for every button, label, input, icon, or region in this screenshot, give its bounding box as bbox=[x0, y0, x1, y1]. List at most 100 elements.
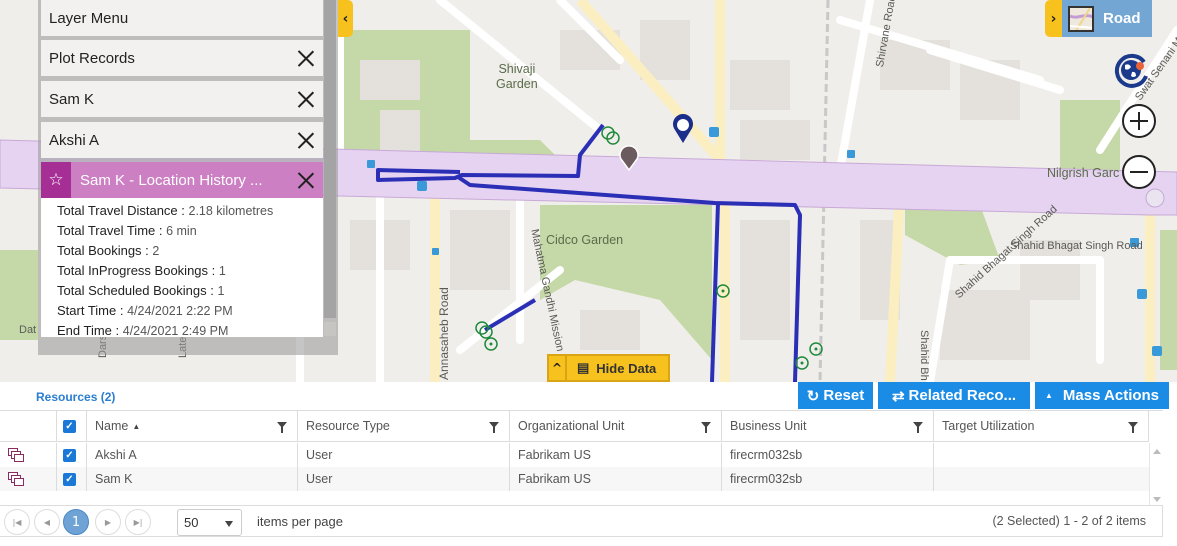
locate-me-button[interactable] bbox=[1114, 52, 1150, 88]
cell-business-unit: firecrm032sb bbox=[722, 443, 934, 467]
app-root: Shivaji Garden Cidco Garden Nilgrish Gar… bbox=[0, 0, 1177, 546]
close-icon[interactable] bbox=[297, 49, 315, 67]
layer-panel-scroll-end[interactable] bbox=[324, 322, 336, 336]
last-page-button[interactable]: ▶| bbox=[125, 509, 151, 535]
reset-label: Reset bbox=[823, 387, 865, 404]
next-page-icon: ▶ bbox=[104, 517, 112, 527]
road-style-label: Road bbox=[1103, 10, 1141, 27]
detail-value: 2 bbox=[152, 244, 160, 258]
collapse-layer-panel-button[interactable]: ‹ bbox=[338, 0, 353, 37]
related-records-button[interactable]: ⇄ Related Reco... bbox=[878, 382, 1030, 409]
globe-locate-icon bbox=[1114, 53, 1148, 88]
page-number-button[interactable]: 1 bbox=[63, 509, 89, 535]
detail-travel-time: Total Travel Time : 6 min bbox=[57, 221, 323, 241]
table-row[interactable]: ✓ Akshi A User Fabrikam US firecrm032sb bbox=[0, 443, 1149, 467]
cell-business-unit: firecrm032sb bbox=[722, 467, 934, 491]
filter-icon[interactable] bbox=[1128, 422, 1138, 433]
park-right bbox=[1160, 230, 1177, 370]
chevron-up-icon[interactable]: ^ bbox=[547, 354, 567, 382]
map-label-nilgrish: Nilgrish Garc bbox=[1047, 166, 1120, 180]
page-size-select[interactable]: 50 bbox=[177, 509, 242, 536]
close-icon[interactable] bbox=[297, 90, 315, 108]
scroll-down-arrow-icon[interactable] bbox=[1153, 497, 1161, 502]
list-icon: ▤ bbox=[577, 360, 590, 375]
caret-up-icon: ▲ bbox=[1044, 391, 1053, 400]
column-header-name[interactable]: Name ▲ bbox=[87, 411, 298, 441]
column-header-resource-type[interactable]: Resource Type bbox=[298, 411, 510, 441]
row-icon-cell bbox=[0, 467, 57, 491]
cell-resource-type: User bbox=[298, 443, 510, 467]
header-icon-col bbox=[0, 411, 57, 441]
hide-data-label: Hide Data bbox=[596, 360, 657, 376]
road-style-button[interactable]: Road bbox=[1062, 0, 1152, 37]
row-select-cell[interactable]: ✓ bbox=[57, 467, 87, 491]
detail-key: Total InProgress Bookings : bbox=[57, 263, 219, 278]
map-view[interactable]: Shivaji Garden Cidco Garden Nilgrish Gar… bbox=[0, 0, 1177, 382]
prev-page-button[interactable]: ◀ bbox=[34, 509, 60, 535]
swap-arrows-icon: ⇄ bbox=[891, 387, 905, 405]
layer-menu-panel: Layer Menu Plot Records Sam K Akshi A ☆ … bbox=[38, 0, 338, 355]
layer-panel-scrollbar[interactable] bbox=[324, 0, 336, 318]
zoom-out-button[interactable] bbox=[1122, 155, 1156, 189]
layer-menu-title-text: Layer Menu bbox=[49, 9, 129, 27]
chevron-left-icon: ‹ bbox=[342, 10, 349, 27]
layer-item-sam-k[interactable]: Sam K bbox=[41, 81, 323, 117]
reset-button[interactable]: ↻ Reset bbox=[798, 382, 873, 409]
layer-menu-title[interactable]: Layer Menu bbox=[41, 0, 323, 36]
zoom-in-button[interactable] bbox=[1122, 104, 1156, 138]
prev-page-icon: ◀ bbox=[43, 517, 51, 527]
filter-icon[interactable] bbox=[489, 422, 499, 433]
filter-icon[interactable] bbox=[913, 422, 923, 433]
cell-target-utilization bbox=[934, 467, 1149, 491]
layer-item-location-history[interactable]: ☆ Sam K - Location History ... bbox=[41, 162, 323, 198]
hide-data-toggle[interactable]: ^ ▤ Hide Data bbox=[547, 354, 670, 382]
related-records-label: Related Reco... bbox=[908, 387, 1017, 404]
resources-tab[interactable]: Resources (2) bbox=[36, 390, 115, 404]
row-checkbox[interactable]: ✓ bbox=[63, 448, 76, 462]
last-page-icon: ▶| bbox=[133, 517, 143, 527]
filter-icon[interactable] bbox=[277, 422, 287, 433]
layer-item-plot-records[interactable]: Plot Records bbox=[41, 40, 323, 76]
close-icon[interactable] bbox=[297, 131, 315, 149]
row-checkbox[interactable]: ✓ bbox=[63, 472, 76, 486]
road-map-thumbnail-icon bbox=[1068, 5, 1094, 32]
column-header-label: Target Utilization bbox=[942, 419, 1035, 433]
close-icon[interactable] bbox=[297, 171, 315, 189]
hide-data-button[interactable]: ▤ Hide Data bbox=[567, 354, 670, 382]
current-page-label: 1 bbox=[71, 514, 81, 530]
column-header-label: Name bbox=[95, 419, 129, 433]
detail-value: 4/24/2021 2:49 PM bbox=[122, 324, 229, 337]
column-header-label: Resource Type bbox=[306, 419, 390, 433]
table-scrollbar[interactable] bbox=[1149, 443, 1163, 506]
scroll-up-arrow-icon[interactable] bbox=[1153, 449, 1161, 454]
column-header-business-unit[interactable]: Business Unit bbox=[722, 411, 934, 441]
filter-icon[interactable] bbox=[701, 422, 711, 433]
mass-actions-button[interactable]: ▲ Mass Actions bbox=[1035, 382, 1169, 409]
column-header-org-unit[interactable]: Organizational Unit bbox=[510, 411, 722, 441]
layer-item-akshi-a[interactable]: Akshi A bbox=[41, 122, 323, 158]
column-header-target-utilization[interactable]: Target Utilization bbox=[934, 411, 1149, 441]
resources-table: ✓ Name ▲ Resource Type Organizational Un… bbox=[0, 410, 1163, 506]
select-all-checkbox[interactable]: ✓ bbox=[63, 419, 76, 433]
cell-name[interactable]: Sam K bbox=[87, 467, 298, 491]
star-icon: ☆ bbox=[41, 162, 71, 198]
next-page-button[interactable]: ▶ bbox=[95, 509, 121, 535]
header-select-all[interactable]: ✓ bbox=[57, 411, 87, 441]
chevron-right-icon[interactable]: › bbox=[1045, 0, 1062, 37]
detail-key: Total Travel Time : bbox=[57, 223, 167, 238]
cell-resource-type: User bbox=[298, 467, 510, 491]
map-style-toggle[interactable]: › Road bbox=[1045, 0, 1152, 37]
resource-record-icon[interactable] bbox=[8, 472, 24, 486]
cell-target-utilization bbox=[934, 443, 1149, 467]
detail-value: 6 min bbox=[166, 224, 197, 238]
layer-item-label: Sam K - Location History ... bbox=[80, 171, 263, 189]
resource-record-icon[interactable] bbox=[8, 448, 24, 462]
first-page-button[interactable]: |◀ bbox=[4, 509, 30, 535]
row-select-cell[interactable]: ✓ bbox=[57, 443, 87, 467]
detail-key: End Time : bbox=[57, 323, 123, 337]
pager-info: (2 Selected) 1 - 2 of 2 items bbox=[992, 514, 1146, 528]
map-label-bhagat-road: Shahid Bhagat Singh Road bbox=[1010, 240, 1143, 252]
cell-name[interactable]: Akshi A bbox=[87, 443, 298, 467]
table-row[interactable]: ✓ Sam K User Fabrikam US firecrm032sb bbox=[0, 467, 1149, 491]
mass-actions-label: Mass Actions bbox=[1062, 387, 1160, 404]
